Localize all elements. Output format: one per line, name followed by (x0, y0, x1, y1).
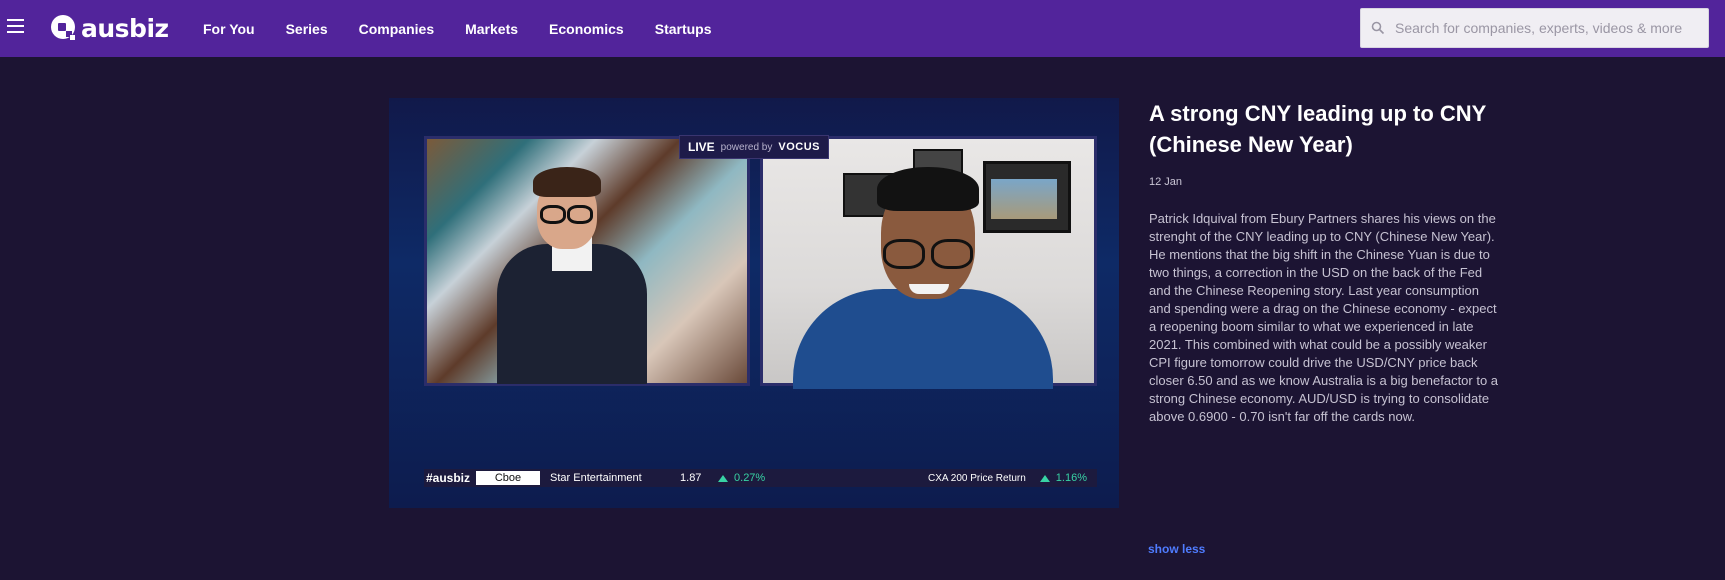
logo-mark-icon (51, 15, 77, 41)
main-nav: For You Series Companies Markets Economi… (203, 0, 743, 57)
show-less-link[interactable]: show less (1148, 542, 1205, 556)
ausbiz-logo[interactable]: ausbiz (51, 12, 169, 44)
ticker-index-change-value: 1.16% (1055, 472, 1087, 484)
ticker-change-value: 0.27% (734, 472, 766, 484)
search-box[interactable] (1360, 8, 1709, 48)
top-navigation-bar: ausbiz For You Series Companies Markets … (0, 0, 1725, 57)
nav-companies[interactable]: Companies (359, 21, 434, 37)
ticker-exchange: Cboe (476, 471, 541, 485)
article-description: Patrick Idquival from Ebury Partners sha… (1149, 211, 1499, 424)
video-player[interactable]: LIVE powered by VOCUS #ausbiz Cboe Star … (389, 98, 1119, 508)
ticker-index-change: 1.16% (1039, 472, 1087, 484)
powered-by-label: powered by (720, 141, 773, 153)
ticker-change: 0.27% (718, 472, 765, 484)
ticker-price: 1.87 (680, 472, 702, 484)
nav-startups[interactable]: Startups (655, 21, 712, 37)
article-title: A strong CNY leading up to CNY (Chinese … (1149, 101, 1486, 157)
nav-markets[interactable]: Markets (465, 21, 518, 37)
live-badge: LIVE powered by VOCUS (679, 135, 829, 159)
search-icon (1371, 21, 1385, 35)
sponsor-label: VOCUS (778, 141, 820, 153)
logo-text: ausbiz (81, 13, 169, 43)
video-pane-guest (760, 136, 1097, 389)
nav-economics[interactable]: Economics (549, 21, 624, 37)
up-arrow-icon (718, 474, 729, 482)
video-pane-host (424, 136, 750, 386)
up-arrow-icon (1039, 474, 1050, 482)
ticker-index-name: CXA 200 Price Return (927, 472, 1026, 484)
search-input[interactable] (1393, 19, 1697, 37)
nav-for-you[interactable]: For You (203, 21, 255, 37)
ticker-brand: #ausbiz (426, 471, 471, 485)
guest-figure (793, 289, 1053, 389)
live-label: LIVE (688, 140, 715, 154)
market-ticker: #ausbiz Cboe Star Entertainment 1.87 0.2… (424, 469, 1097, 487)
ticker-company: Star Entertainment (550, 472, 642, 484)
nav-series[interactable]: Series (286, 21, 328, 37)
menu-icon[interactable] (7, 19, 24, 33)
article-date: 12 Jan (1149, 176, 1183, 188)
